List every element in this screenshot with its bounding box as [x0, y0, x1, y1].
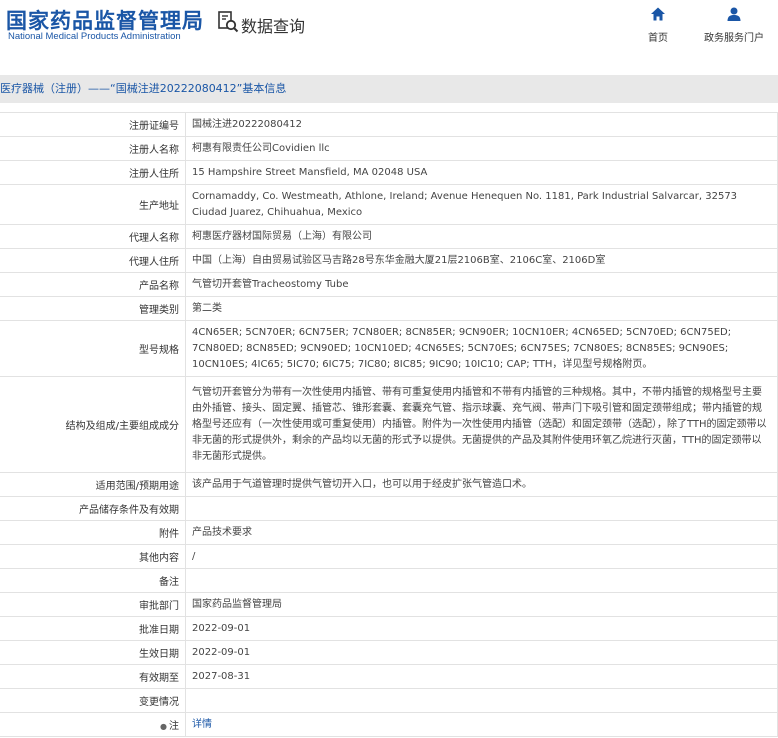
field-label: 生效日期 — [0, 640, 186, 665]
user-icon — [704, 6, 764, 25]
field-value: Cornamaddy, Co. Westmeath, Athlone, Irel… — [185, 184, 778, 225]
field-label: 注册证编号 — [0, 112, 186, 137]
table-row: 变更情况 — [0, 688, 778, 713]
table-row: 注册人名称 柯惠有限责任公司Covidien llc — [0, 136, 778, 161]
field-label: 注册人名称 — [0, 136, 186, 161]
home-icon — [648, 6, 668, 25]
field-value: 2022-09-01 — [185, 616, 778, 641]
field-label: 附件 — [0, 520, 186, 545]
field-value — [185, 688, 778, 713]
field-value: 柯惠有限责任公司Covidien llc — [185, 136, 778, 161]
field-label: 型号规格 — [0, 320, 186, 377]
table-row: 型号规格 4CN65ER; 5CN70ER; 6CN75ER; 7CN80ER; … — [0, 320, 778, 377]
nav-service-portal[interactable]: 政务服务门户 — [704, 6, 764, 44]
field-label: 产品储存条件及有效期 — [0, 496, 186, 521]
nav-home-label: 首页 — [648, 33, 668, 44]
table-row: 适用范围/预期用途 该产品用于气道管理时提供气管切开入口，也可以用于经皮扩张气管造… — [0, 472, 778, 497]
table-row: 生效日期 2022-09-01 — [0, 640, 778, 665]
field-value: 柯惠医疗器材国际贸易（上海）有限公司 — [185, 224, 778, 249]
field-label-note: ● 注 — [0, 712, 186, 737]
field-label: 审批部门 — [0, 592, 186, 617]
nav-service-portal-label: 政务服务门户 — [704, 33, 764, 44]
field-label: 其他内容 — [0, 544, 186, 569]
field-label: 产品名称 — [0, 272, 186, 297]
field-value: 2027-08-31 — [185, 664, 778, 689]
field-value: / — [185, 544, 778, 569]
bulb-icon: ● — [160, 722, 167, 731]
note-label: 注 — [169, 721, 179, 732]
breadcrumb: 医疗器械（注册）——“国械注进20222080412”基本信息 — [0, 75, 778, 103]
table-row: 产品储存条件及有效期 — [0, 496, 778, 521]
table-row: 备注 — [0, 568, 778, 593]
data-query-title: 数据查询 — [241, 16, 306, 36]
table-row: 注册人住所 15 Hampshire Street Mansfield, MA 0… — [0, 160, 778, 185]
table-row: 有效期至 2027-08-31 — [0, 664, 778, 689]
field-label: 结构及组成/主要组成成分 — [0, 376, 186, 473]
field-label: 批准日期 — [0, 616, 186, 641]
field-value: 产品技术要求 — [185, 520, 778, 545]
table-row: 审批部门 国家药品监督管理局 — [0, 592, 778, 617]
header: 国家药品监督管理局 National Medical Products Admi… — [0, 0, 778, 60]
field-value: 该产品用于气道管理时提供气管切开入口，也可以用于经皮扩张气管造口术。 — [185, 472, 778, 497]
table-row: 附件 产品技术要求 — [0, 520, 778, 545]
field-value — [185, 568, 778, 593]
breadcrumb-text: 医疗器械（注册）——“国械注进20222080412”基本信息 — [0, 82, 287, 95]
field-value: 中国（上海）自由贸易试验区马吉路28号东华金融大厦21层2106B室、2106C… — [185, 248, 778, 273]
table-row: 管理类别 第二类 — [0, 296, 778, 321]
field-value: 国械注进20222080412 — [185, 112, 778, 137]
field-value — [185, 496, 778, 521]
field-label: 生产地址 — [0, 184, 186, 225]
field-value: 4CN65ER; 5CN70ER; 6CN75ER; 7CN80ER; 8CN8… — [185, 320, 778, 377]
table-row: 代理人名称 柯惠医疗器材国际贸易（上海）有限公司 — [0, 224, 778, 249]
field-value: 15 Hampshire Street Mansfield, MA 02048 … — [185, 160, 778, 185]
nav-home[interactable]: 首页 — [648, 6, 668, 44]
table-row: 结构及组成/主要组成成分 气管切开套管分为带有一次性使用内插管、带有可重复使用内插… — [0, 376, 778, 473]
table-row: 生产地址 Cornamaddy, Co. Westmeath, Athlone, … — [0, 184, 778, 225]
field-label: 备注 — [0, 568, 186, 593]
logo-title-en[interactable]: National Medical Products Administration — [8, 31, 181, 42]
field-value: 第二类 — [185, 296, 778, 321]
table-row: 其他内容 / — [0, 544, 778, 569]
field-value-note: 详情 — [185, 712, 778, 737]
table-row: 批准日期 2022-09-01 — [0, 616, 778, 641]
field-value: 2022-09-01 — [185, 640, 778, 665]
field-label: 代理人名称 — [0, 224, 186, 249]
document-search-icon — [217, 11, 239, 38]
data-query-heading: 数据查询 — [217, 11, 305, 38]
field-label: 适用范围/预期用途 — [0, 472, 186, 497]
table-row: 产品名称 气管切开套管Tracheostomy Tube — [0, 272, 778, 297]
table-row-note: ● 注详情 — [0, 712, 778, 737]
field-label: 有效期至 — [0, 664, 186, 689]
field-label: 管理类别 — [0, 296, 186, 321]
field-value: 国家药品监督管理局 — [185, 592, 778, 617]
table-row: 注册证编号 国械注进20222080412 — [0, 112, 778, 137]
table-row: 代理人住所 中国（上海）自由贸易试验区马吉路28号东华金融大厦21层2106B室、… — [0, 248, 778, 273]
field-value: 气管切开套管分为带有一次性使用内插管、带有可重复使用内插管和不带有内插管的三种规… — [185, 376, 778, 473]
field-label: 变更情况 — [0, 688, 186, 713]
details-link[interactable]: 详情 — [192, 719, 212, 730]
detail-table: 注册证编号 国械注进20222080412 注册人名称 柯惠有限责任公司Covidie… — [0, 112, 778, 737]
field-value: 气管切开套管Tracheostomy Tube — [185, 272, 778, 297]
field-label: 注册人住所 — [0, 160, 186, 185]
field-label: 代理人住所 — [0, 248, 186, 273]
